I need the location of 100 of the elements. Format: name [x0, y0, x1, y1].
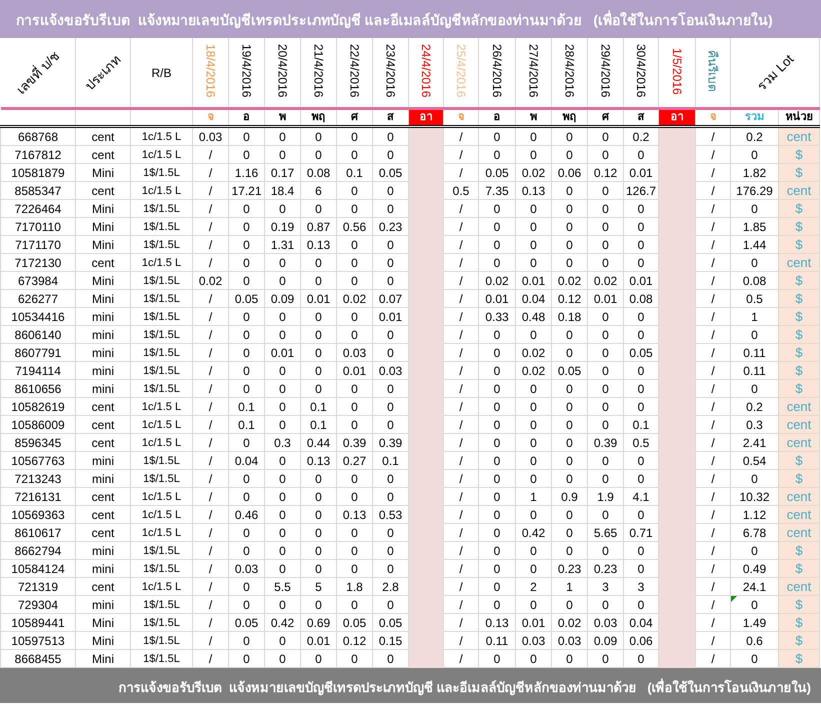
table-cell: 0	[566, 200, 573, 216]
table-cell: 3	[602, 578, 609, 594]
table-cell: 0.39	[594, 434, 618, 450]
table-cell: /	[711, 290, 715, 306]
table-cell: 0	[566, 344, 573, 360]
table-cell: 0	[387, 650, 394, 666]
table-cell: 0	[387, 596, 394, 612]
table-cell: 0	[279, 146, 286, 162]
table-cell: 0	[279, 380, 286, 396]
table-cell: 0.02	[558, 272, 582, 288]
table-cell: 0	[602, 146, 609, 162]
table-cell: 0	[315, 308, 322, 324]
table-cell: 0.04	[522, 290, 546, 306]
table-cell: 0.1	[632, 416, 650, 432]
table-cell-text: 1c/1.5 L	[142, 418, 182, 432]
table-cell: 0	[279, 200, 286, 216]
day-label: จ	[206, 110, 214, 125]
table-cell: /	[459, 596, 463, 612]
table-cell: 0.01	[629, 164, 653, 180]
table-cell: 0.02	[485, 272, 509, 288]
table-cell: 0	[494, 200, 500, 216]
table-cell-text: 1c/1.5 L	[142, 436, 182, 450]
table-cell-text: 1c/1.5 L	[142, 490, 182, 504]
day-label: ส	[636, 110, 646, 125]
table-cell: /	[208, 398, 212, 414]
table-cell: 0	[638, 380, 644, 396]
table-cell: 0.5	[746, 290, 763, 306]
table-cell: 0.44	[306, 434, 330, 450]
table-cell-text: 1$/1.5L	[143, 220, 180, 234]
table-cell: /	[459, 578, 463, 594]
column-header: 22/4/2016	[348, 44, 362, 98]
table-cell: mini	[92, 308, 114, 324]
table-cell: 0	[494, 560, 500, 576]
table-cell: cent	[786, 128, 812, 144]
table-cell: 0	[315, 488, 322, 504]
table-cell: 0	[530, 542, 537, 558]
table-cell: 0	[638, 200, 644, 216]
table-cell: /	[711, 326, 715, 342]
table-cell: /	[208, 380, 212, 396]
table-cell: /	[711, 416, 715, 432]
table-cell: cent	[786, 416, 812, 432]
table-cell: 0.01	[594, 290, 618, 306]
table-cell: cent	[92, 128, 114, 144]
table-cell: /	[711, 398, 715, 414]
table-cell-text: 1$/1.5L	[143, 364, 180, 378]
table-cell-text: 1$/1.5L	[143, 454, 180, 468]
table-cell: 0.1	[238, 416, 255, 432]
table-cell: 0	[243, 344, 250, 360]
table-cell: 0	[751, 596, 758, 612]
table-cell: /	[208, 560, 212, 576]
table-cell: 0	[566, 542, 573, 558]
table-cell: 0	[602, 308, 609, 324]
table-cell: 0	[602, 326, 609, 342]
table-cell: 0	[351, 542, 358, 558]
day-label: อา	[659, 110, 695, 125]
table-cell: 0.06	[629, 632, 653, 648]
table-cell: /	[459, 470, 463, 486]
table-cell: $	[795, 362, 803, 378]
table-cell: 0	[243, 218, 250, 234]
table-cell: 0.42	[522, 524, 546, 540]
table-cell: 0	[602, 128, 609, 144]
table-cell: cent	[92, 488, 114, 504]
table-cell: 0.12	[594, 164, 618, 180]
table-cell: /	[459, 398, 463, 414]
table-cell: 0	[387, 542, 394, 558]
table-cell: 0	[494, 326, 500, 342]
table-cell: 0	[315, 506, 322, 522]
table-cell: 0.53	[378, 506, 402, 522]
table-cell: 0.05	[558, 362, 582, 378]
table-cell: 0	[751, 650, 758, 666]
table-cell: 0.5	[452, 182, 470, 198]
table-cell: 0	[243, 254, 250, 270]
table-cell: 1.44	[742, 236, 766, 252]
table-cell: /	[208, 470, 212, 486]
table-cell: 0	[494, 218, 500, 234]
table-cell: 0	[243, 524, 250, 540]
table-cell: 7171170	[15, 236, 61, 252]
table-cell: /	[459, 452, 463, 468]
table-cell: 0	[351, 182, 358, 198]
table-cell: mini	[92, 452, 114, 468]
table-cell: 0	[530, 236, 537, 252]
table-cell: 0	[243, 650, 250, 666]
table-cell: 5.65	[594, 524, 618, 540]
table-cell: 0	[494, 650, 500, 666]
holiday-column-cell	[658, 650, 696, 668]
table-cell: $	[795, 470, 803, 486]
table-cell: 0	[638, 470, 644, 486]
table-cell: 0.2	[632, 128, 650, 144]
table-cell: 0.54	[742, 452, 766, 468]
table-cell: 0.01	[306, 632, 330, 648]
table-cell: $	[795, 308, 803, 324]
table-cell: 0	[387, 470, 394, 486]
table-cell: 10.32	[739, 488, 770, 504]
table-cell: 0	[530, 146, 537, 162]
table-cell: 0.23	[558, 560, 582, 576]
table-cell: 8606140	[14, 326, 62, 342]
table-cell: 0.46	[234, 506, 258, 522]
table-cell-text: 1$/1.5L	[143, 598, 180, 612]
table-cell: Mini	[92, 272, 114, 288]
table-cell: /	[711, 524, 715, 540]
